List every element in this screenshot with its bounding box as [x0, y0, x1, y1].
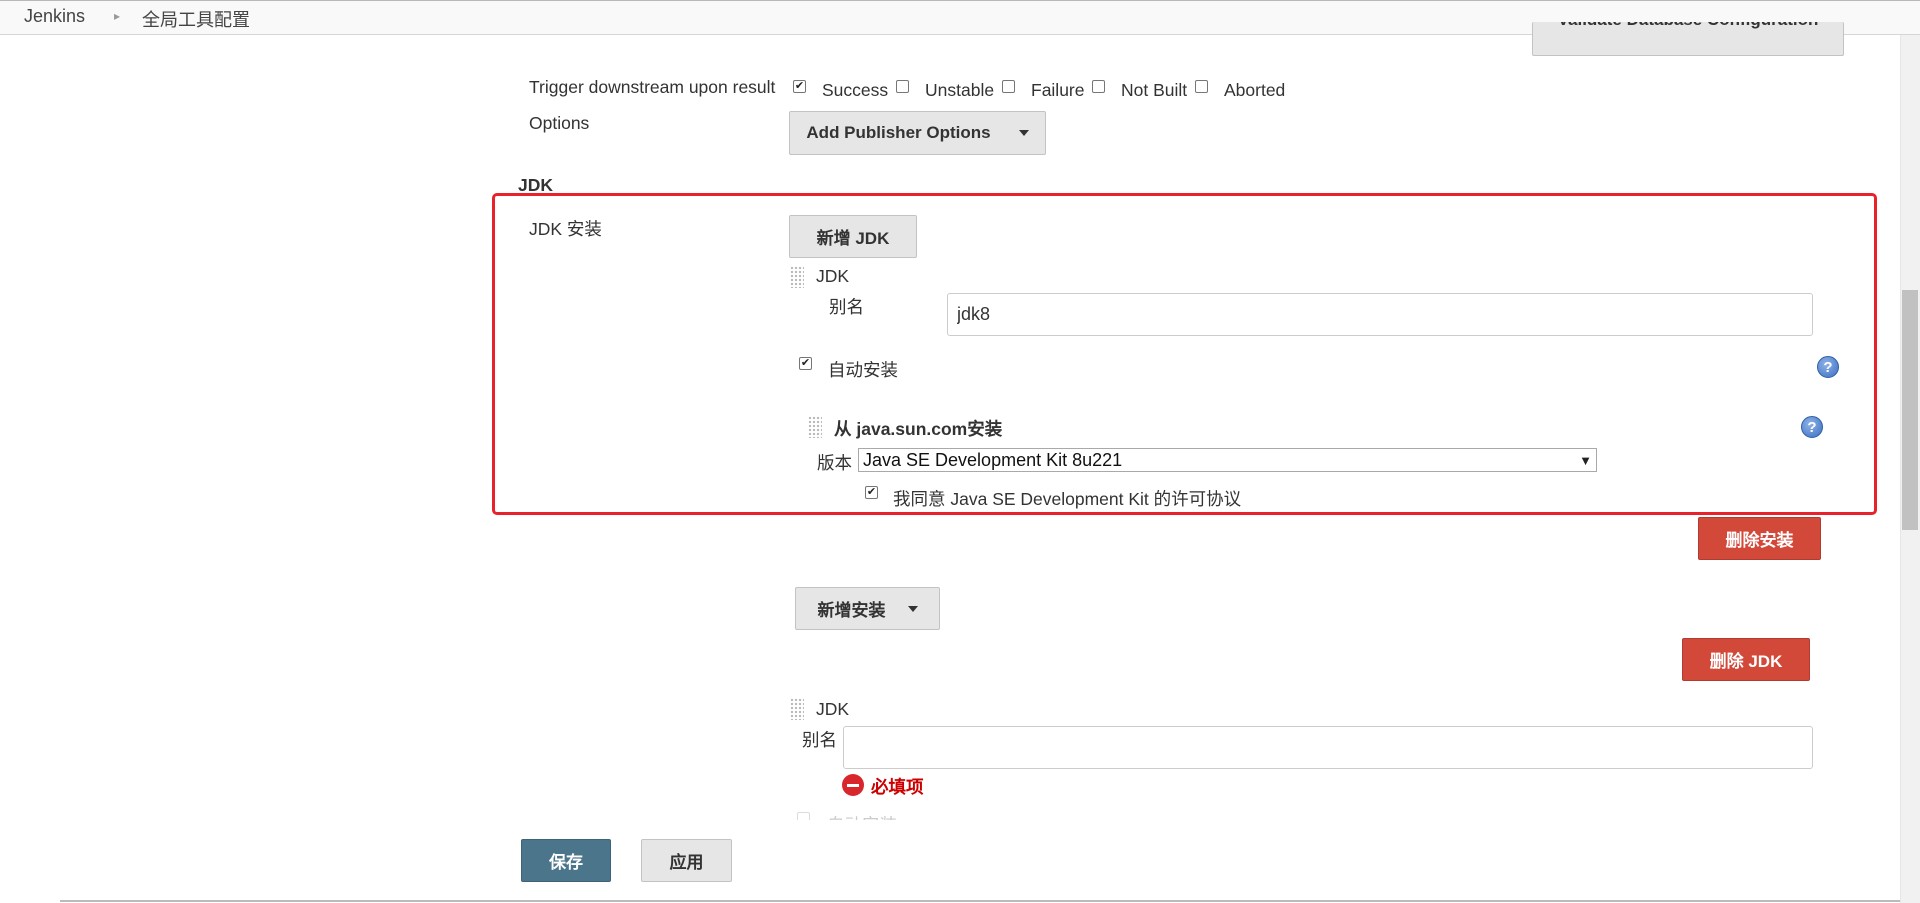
- drag-handle-icon[interactable]: [790, 266, 804, 288]
- trigger-aborted-checkbox[interactable]: [1195, 80, 1208, 93]
- add-jdk-button[interactable]: 新增 JDK: [789, 215, 917, 258]
- trigger-notbuilt-checkbox[interactable]: [1092, 80, 1105, 93]
- save-button[interactable]: 保存: [521, 839, 611, 882]
- trigger-failure-checkbox[interactable]: [1002, 80, 1015, 93]
- chevron-down-icon: [1018, 130, 1029, 136]
- options-label: Options: [529, 113, 590, 133]
- delete-jdk-label: 删除 JDK: [1709, 652, 1783, 671]
- trigger-aborted-label: Aborted: [1224, 80, 1286, 100]
- add-installer-button[interactable]: 新增安装: [795, 587, 940, 630]
- jdk-install-label: JDK 安装: [529, 219, 602, 239]
- chevron-down-icon: [907, 605, 918, 612]
- bottom-bar: [0, 820, 1900, 903]
- add-publisher-options-button[interactable]: Add Publisher Options: [789, 111, 1046, 155]
- scrollbar-thumb[interactable]: [1902, 290, 1918, 530]
- help-icon[interactable]: ?: [1817, 356, 1839, 378]
- help-icon[interactable]: ?: [1801, 416, 1823, 438]
- trigger-failure-label: Failure: [1031, 80, 1085, 100]
- jdk1-alias-label: 别名: [829, 297, 864, 317]
- breadcrumb-jenkins-link[interactable]: Jenkins: [24, 6, 85, 27]
- jdk1-version-label: 版本: [817, 453, 852, 473]
- jdk1-version-value: Java SE Development Kit 8u221: [863, 449, 1123, 470]
- bottom-divider: [60, 900, 1900, 902]
- jdk2-title: JDK: [816, 699, 850, 719]
- delete-installer-label: 删除安装: [1725, 531, 1794, 550]
- jdk1-agree-checkbox[interactable]: [865, 486, 878, 499]
- save-label: 保存: [549, 853, 583, 872]
- add-installer-label: 新增安装: [817, 601, 886, 620]
- jdk1-installer-title: 从 java.sun.com安装: [834, 419, 1003, 439]
- jdk1-version-select[interactable]: Java SE Development Kit 8u221 ▼: [858, 448, 1597, 472]
- jdk2-auto-install-checkbox[interactable]: [797, 812, 810, 820]
- jdk2-auto-install-row: 自动安装: [797, 812, 1857, 820]
- add-jdk-label: 新增 JDK: [816, 229, 890, 248]
- delete-installer-button[interactable]: 删除安装: [1698, 517, 1821, 560]
- jdk2-auto-install-label: 自动安装: [827, 812, 897, 820]
- validate-database-button[interactable]: Validate Database Configuration: [1532, 22, 1844, 56]
- jdk2-required-message: 必填项: [871, 777, 924, 797]
- jdk1-auto-install-label: 自动安装: [828, 360, 898, 380]
- jdk2-alias-label: 别名: [802, 730, 837, 750]
- jdk1-title: JDK: [816, 266, 850, 286]
- breadcrumb-separator-icon: ▸: [114, 9, 121, 23]
- apply-label: 应用: [669, 853, 704, 872]
- drag-handle-icon[interactable]: [808, 416, 822, 438]
- delete-jdk-button[interactable]: 删除 JDK: [1682, 638, 1810, 681]
- validate-database-label: Validate Database Configuration: [1558, 22, 1819, 30]
- breadcrumb-current[interactable]: 全局工具配置: [142, 6, 250, 32]
- jdk1-agree-label: 我同意 Java SE Development Kit 的许可协议: [893, 489, 1242, 509]
- trigger-success-checkbox[interactable]: [793, 80, 806, 93]
- add-publisher-options-label: Add Publisher Options: [806, 123, 991, 142]
- error-icon: [842, 774, 864, 796]
- jdk2-alias-input[interactable]: [843, 726, 1813, 769]
- trigger-notbuilt-label: Not Built: [1121, 80, 1188, 100]
- trigger-unstable-label: Unstable: [925, 80, 995, 100]
- dropdown-arrow-icon: ▼: [1579, 452, 1592, 468]
- apply-button[interactable]: 应用: [641, 839, 732, 882]
- trigger-unstable-checkbox[interactable]: [896, 80, 909, 93]
- jdk1-alias-input[interactable]: [947, 293, 1813, 336]
- trigger-success-label: Success: [822, 80, 889, 100]
- drag-handle-icon[interactable]: [790, 698, 804, 720]
- trigger-downstream-label: Trigger downstream upon result: [529, 77, 776, 97]
- jdk1-auto-install-checkbox[interactable]: [799, 357, 812, 370]
